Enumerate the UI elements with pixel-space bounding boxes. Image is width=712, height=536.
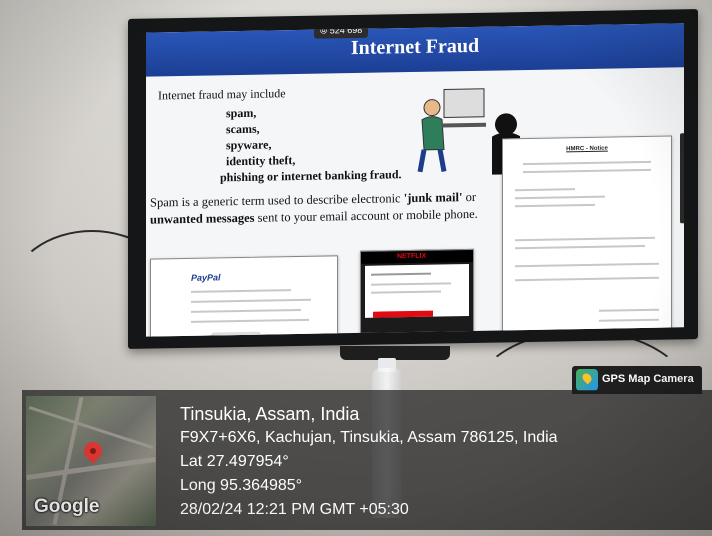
slide-intro: Internet fraud may include — [158, 86, 286, 103]
satellite-map-thumbnail: Google — [26, 396, 156, 526]
spam-text: sent to your email account or mobile pho… — [254, 206, 478, 225]
fraud-item: phishing or internet banking fraud. — [220, 167, 402, 185]
netflix-phishing-email: NETFLIX — [360, 248, 474, 337]
netflix-red-button — [373, 310, 433, 318]
slide-screen: Internet Fraud ⦾ 524 698 Internet fraud … — [146, 23, 684, 337]
slide-header-bar: Internet Fraud — [146, 23, 684, 77]
spam-bold-unwanted: unwanted messages — [150, 210, 255, 227]
location-pin-icon — [80, 438, 106, 464]
hmrc-phishing-notice: HMRC - Notice — [502, 135, 672, 337]
paypal-logo: PayPal — [191, 272, 221, 283]
longitude: Long 95.364985° — [180, 477, 303, 494]
monitor: Internet Fraud ⦾ 524 698 Internet fraud … — [128, 9, 698, 349]
slide-title: Internet Fraud — [350, 34, 480, 60]
latitude: Lat 27.497954° — [180, 453, 289, 470]
geotag-text: Tinsukia, Assam, India F9X7+6X6, Kachuja… — [180, 402, 558, 522]
spam-text: or — [462, 189, 476, 205]
viewer-counter: ⦾ 524 698 — [314, 23, 369, 39]
place-name: Tinsukia, Assam, India — [180, 404, 360, 424]
spam-bold-junk-mail: 'junk mail' — [403, 190, 463, 206]
hmrc-title: HMRC - Notice — [566, 145, 608, 153]
address: F9X7+6X6, Kachujan, Tinsukia, Assam 7861… — [180, 429, 558, 446]
spam-text: Spam is a generic term used to describe … — [150, 191, 404, 210]
spam-definition: Spam is a generic term used to describe … — [150, 189, 480, 229]
google-logo: Google — [34, 496, 100, 517]
presentation-toolbar — [680, 133, 684, 224]
netflix-header: NETFLIX — [361, 249, 473, 264]
photo: Internet Fraud ⦾ 524 698 Internet fraud … — [0, 0, 712, 536]
map-pin-icon — [576, 369, 598, 391]
paypal-phishing-email: PayPal — [150, 255, 338, 337]
netflix-body — [365, 264, 469, 318]
timestamp: 28/02/24 12:21 PM GMT +05:30 — [180, 501, 409, 518]
netflix-logo: NETFLIX — [397, 252, 427, 261]
fraud-list: spam, scams, spyware, identity theft, ph… — [220, 102, 402, 185]
badge-label: GPS Map Camera — [602, 373, 694, 385]
